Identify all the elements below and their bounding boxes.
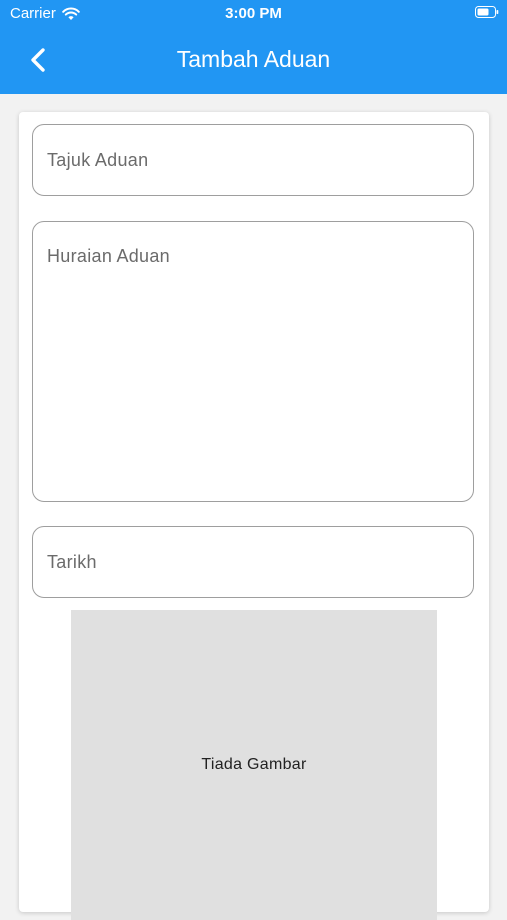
complaint-description-placeholder: Huraian Aduan — [47, 246, 170, 266]
complaint-date-input[interactable]: Tarikh — [32, 526, 474, 598]
complaint-date-placeholder: Tarikh — [47, 551, 97, 572]
complaint-form-card: Tajuk Aduan Huraian Aduan Tarikh Tiada G… — [19, 112, 489, 920]
complaint-title-input[interactable]: Tajuk Aduan — [32, 124, 474, 196]
app-bar: Carrier 3:00 PM Tambah Aduan — [0, 0, 507, 94]
status-time: 3:00 PM — [225, 5, 282, 22]
no-image-label: Tiada Gambar — [201, 756, 307, 773]
page-title: Tambah Aduan — [176, 46, 331, 72]
complaint-description-input[interactable]: Huraian Aduan — [32, 221, 474, 502]
complaint-title-placeholder: Tajuk Aduan — [47, 149, 149, 170]
status-bar: Carrier 3:00 PM — [0, 0, 507, 28]
image-picker[interactable]: Tiada Gambar — [71, 610, 437, 920]
navigation-bar: Tambah Aduan — [0, 28, 507, 94]
battery-icon — [475, 6, 499, 18]
